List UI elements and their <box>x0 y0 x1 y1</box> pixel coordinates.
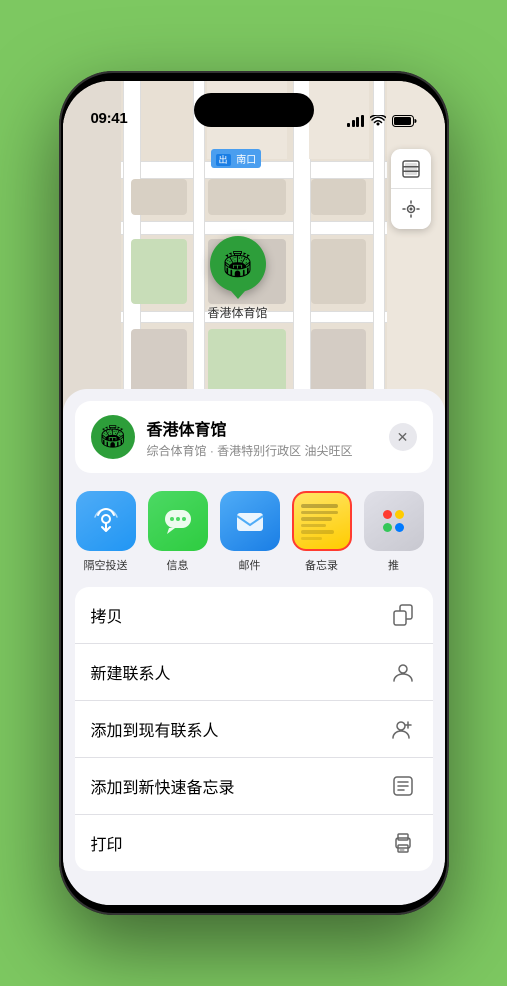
print-label: 打印 <box>91 831 123 855</box>
venue-card: 🏟 香港体育馆 综合体育馆 · 香港特别行政区 油尖旺区 ✕ <box>75 401 433 473</box>
venue-card-icon: 🏟 <box>91 415 135 459</box>
airdrop-icon <box>76 491 136 551</box>
messages-icon <box>148 491 208 551</box>
venue-card-description: 综合体育馆 · 香港特别行政区 油尖旺区 <box>147 442 377 459</box>
more-icon <box>364 491 424 551</box>
venue-card-info: 香港体育馆 综合体育馆 · 香港特别行政区 油尖旺区 <box>147 416 377 459</box>
copy-icon <box>389 601 417 629</box>
messages-label: 信息 <box>167 557 189 573</box>
venue-card-name: 香港体育馆 <box>147 416 377 440</box>
quick-note-action[interactable]: 添加到新快速备忘录 <box>75 758 433 815</box>
copy-label: 拷贝 <box>91 603 123 627</box>
messages-share[interactable]: 信息 <box>147 491 209 573</box>
mail-label: 邮件 <box>239 557 261 573</box>
battery-icon <box>392 115 417 127</box>
airdrop-share[interactable]: 隔空投送 <box>75 491 137 573</box>
more-label: 推 <box>388 557 399 573</box>
share-apps-row: 隔空投送 信息 <box>63 481 445 583</box>
signal-icon <box>347 115 364 127</box>
phone-screen: 09:41 <box>63 81 445 905</box>
new-contact-action[interactable]: 新建联系人 <box>75 644 433 701</box>
venue-pin[interactable]: 🏟 香港体育馆 <box>208 236 268 321</box>
new-contact-icon <box>389 658 417 686</box>
copy-action[interactable]: 拷贝 <box>75 587 433 644</box>
print-icon <box>389 829 417 857</box>
add-to-contact-action[interactable]: 添加到现有联系人 <box>75 701 433 758</box>
pin-label: 香港体育馆 <box>208 304 268 321</box>
quick-note-icon <box>389 772 417 800</box>
dynamic-island <box>194 93 314 127</box>
print-action[interactable]: 打印 <box>75 815 433 871</box>
mail-share[interactable]: 邮件 <box>219 491 281 573</box>
map-exit-label: 出 南口 <box>211 149 262 168</box>
notes-label: 备忘录 <box>305 557 338 573</box>
notes-share[interactable]: 备忘录 <box>291 491 353 573</box>
airdrop-label: 隔空投送 <box>84 557 128 573</box>
status-time: 09:41 <box>91 110 128 127</box>
close-button[interactable]: ✕ <box>389 423 417 451</box>
status-icons <box>347 115 417 127</box>
map-layers-button[interactable] <box>391 149 431 189</box>
map-controls[interactable] <box>391 149 431 229</box>
add-contact-icon <box>389 715 417 743</box>
pin-emoji: 🏟 <box>221 249 254 280</box>
bottom-sheet: 🏟 香港体育馆 综合体育馆 · 香港特别行政区 油尖旺区 ✕ <box>63 389 445 905</box>
add-to-contact-label: 添加到现有联系人 <box>91 717 219 741</box>
map-location-button[interactable] <box>391 189 431 229</box>
wifi-icon <box>370 115 386 127</box>
phone-frame: 09:41 <box>59 71 449 915</box>
more-share[interactable]: 推 <box>363 491 425 573</box>
action-list: 拷贝 新建联系人 <box>75 587 433 871</box>
pin-circle: 🏟 <box>210 236 266 292</box>
notes-icon <box>292 491 352 551</box>
new-contact-label: 新建联系人 <box>91 660 171 684</box>
quick-note-label: 添加到新快速备忘录 <box>91 774 235 798</box>
mail-icon <box>220 491 280 551</box>
